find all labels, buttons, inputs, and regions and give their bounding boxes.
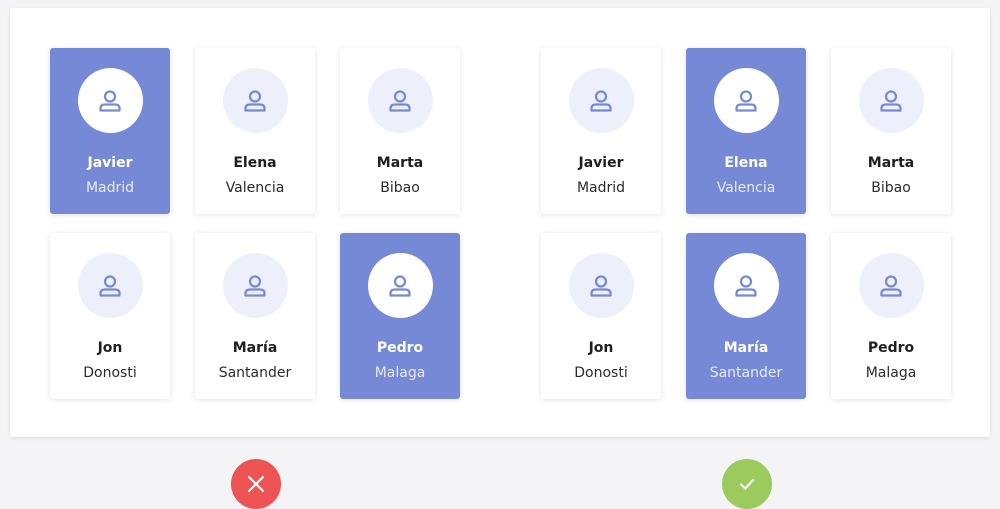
person-name: Marta [867,155,915,171]
person-name: Pedro [376,340,424,356]
user-icon [244,89,266,112]
person-card[interactable]: María Santander [195,233,315,399]
user-icon [244,274,266,297]
person-city: Donosti [574,365,628,381]
avatar [858,253,924,318]
person-city: Santander [218,365,292,381]
person-name: María [723,340,769,356]
person-card[interactable]: Marta Bibao [831,48,951,214]
correct-badge [722,459,772,509]
avatar [568,68,634,133]
user-icon [590,274,612,297]
person-name: Jon [588,340,614,356]
check-icon [739,478,755,490]
avatar [858,68,924,133]
user-icon [389,274,411,297]
person-city: Bibao [380,180,420,196]
person-city: Valencia [225,180,285,196]
person-card[interactable]: Jon Donosti [50,233,170,399]
user-icon [389,89,411,112]
person-city: Donosti [83,365,137,381]
user-icon [880,89,902,112]
user-icon [735,89,757,112]
person-card[interactable]: Pedro Malaga [340,233,460,399]
person-name: Javier [578,155,624,171]
correct-example-grid: Javier Madrid Elena Valencia Marta Bibao Jon Do… [541,48,951,399]
incorrect-badge [231,459,281,509]
person-city: Santander [709,365,783,381]
avatar [568,253,634,318]
incorrect-example-grid: Javier Madrid Elena Valencia Marta Bibao Jon Do… [50,48,460,399]
person-card[interactable]: María Santander [686,233,806,399]
person-city: Bibao [871,180,911,196]
person-card[interactable]: Marta Bibao [340,48,460,214]
avatar [77,253,143,318]
person-card[interactable]: Pedro Malaga [831,233,951,399]
user-icon [735,274,757,297]
person-name: Marta [376,155,424,171]
person-name: Pedro [867,340,915,356]
person-city: Malaga [865,365,917,381]
user-icon [99,274,121,297]
person-name: Javier [87,155,133,171]
person-card[interactable]: Javier Madrid [50,48,170,214]
avatar [77,68,143,133]
person-name: Elena [724,155,768,171]
person-city: Valencia [716,180,776,196]
person-card[interactable]: Elena Valencia [195,48,315,214]
person-city: Malaga [374,365,426,381]
person-name: María [232,340,278,356]
person-card[interactable]: Elena Valencia [686,48,806,214]
person-card[interactable]: Jon Donosti [541,233,661,399]
person-name: Elena [233,155,277,171]
avatar [367,68,433,133]
avatar [222,253,288,318]
close-icon [247,475,265,493]
avatar [713,68,779,133]
user-icon [880,274,902,297]
comparison-panel: Javier Madrid Elena Valencia Marta Bibao Jon Do… [10,8,990,437]
person-city: Madrid [576,180,626,196]
user-icon [99,89,121,112]
avatar [222,68,288,133]
avatar [713,253,779,318]
person-card[interactable]: Javier Madrid [541,48,661,214]
avatar [367,253,433,318]
person-city: Madrid [85,180,135,196]
person-name: Jon [97,340,123,356]
user-icon [590,89,612,112]
